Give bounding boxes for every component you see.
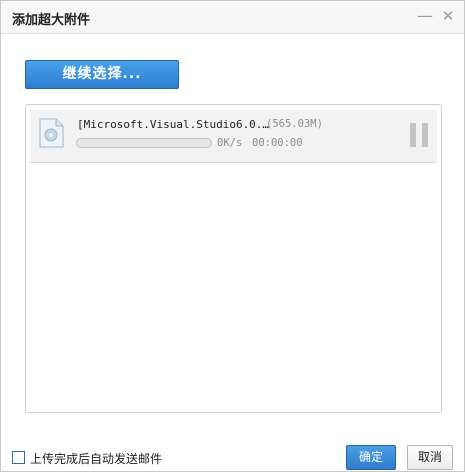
ok-button[interactable]: 确定 [346,445,396,470]
cancel-button[interactable]: 取消 [407,445,453,470]
upload-speed: 0K/s [217,137,243,149]
file-name: [Microsoft.Visual.Studio6.0.… [77,118,270,131]
continue-select-button[interactable]: 继续选择... [25,60,179,89]
upload-large-attachment-dialog: 添加超大附件 — ✕ 继续选择... [Microsoft.Visual.Stu… [0,0,465,472]
dialog-title: 添加超大附件 [12,13,91,28]
auto-send-label: 上传完成后自动发送邮件 [30,452,163,466]
file-item: [Microsoft.Visual.Studio6.0.… (565.03M) … [30,110,437,163]
file-size: (565.03M) [266,118,323,130]
upload-progress-bar [76,138,212,148]
auto-send-checkbox[interactable] [12,451,25,464]
close-icon[interactable]: ✕ [438,6,458,26]
minimize-icon[interactable]: — [415,6,435,26]
file-icon [39,118,64,148]
titlebar: 添加超大附件 — ✕ [1,1,464,34]
pause-icon[interactable] [410,123,430,147]
footer: 上传完成后自动发送邮件 确定 取消 [1,441,464,471]
elapsed-time: 00:00:00 [252,137,303,149]
file-list: [Microsoft.Visual.Studio6.0.… (565.03M) … [25,104,442,413]
